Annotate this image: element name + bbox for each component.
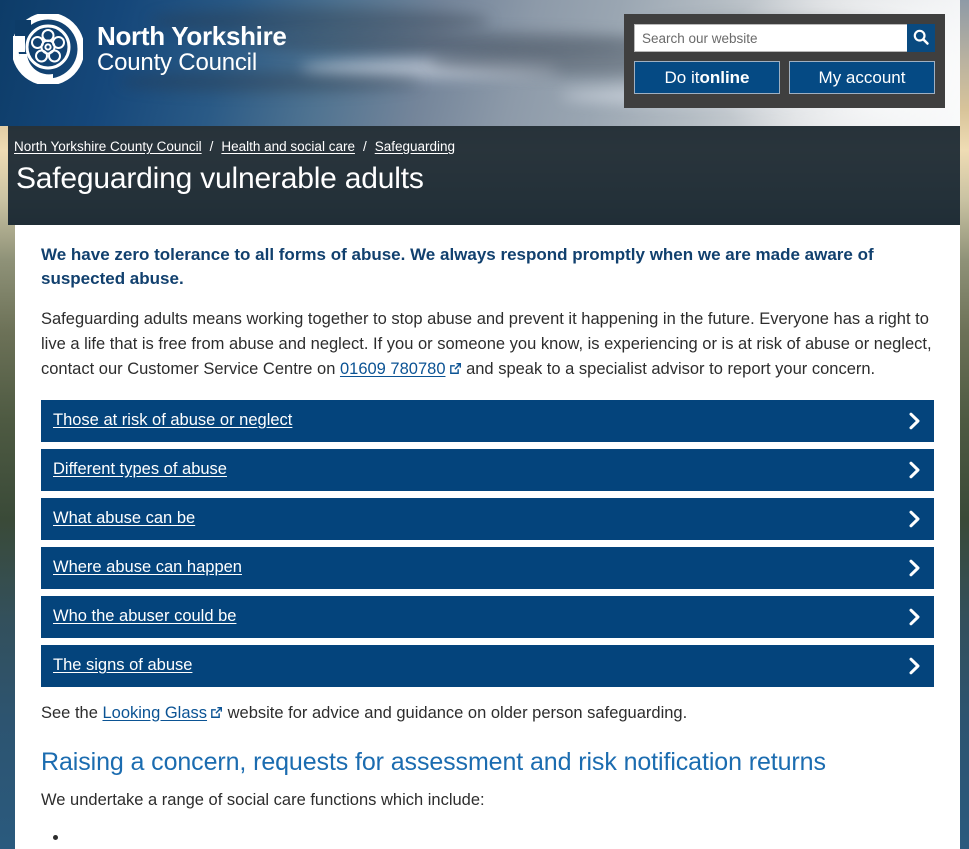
accordion-item-what-abuse-can-be[interactable]: What abuse can be [41, 497, 934, 540]
looking-glass-note-part-1: See the [41, 703, 103, 722]
do-it-online-strong: online [699, 67, 750, 87]
accordion-item-different-types-of-abuse[interactable]: Different types of abuse [41, 448, 934, 491]
accordion-item-where-abuse-can-happen[interactable]: Where abuse can happen [41, 546, 934, 589]
chevron-right-icon [908, 559, 921, 577]
chevron-right-icon [908, 608, 921, 626]
search-input[interactable] [634, 24, 907, 52]
search-icon [912, 28, 930, 49]
section-heading-raising-a-concern: Raising a concern, requests for assessme… [41, 748, 826, 777]
page-root: North Yorkshire County Council Do it onl… [0, 0, 969, 849]
accordion-item-label: Who the abuser could be [53, 607, 237, 625]
accordion-item-those-at-risk-of-abuse-or-neglect[interactable]: Those at risk of abuse or neglect [41, 399, 934, 442]
do-it-online-button[interactable]: Do it online [634, 61, 780, 94]
lead-paragraph: We have zero tolerance to all forms of a… [41, 245, 874, 289]
accordion-item-label: The signs of abuse [53, 656, 193, 674]
section-intro-paragraph: We undertake a range of social care func… [41, 791, 485, 810]
page-title: Safeguarding vulnerable adults [16, 162, 424, 195]
search-row [634, 24, 935, 52]
looking-glass-link[interactable]: Looking Glass [102, 704, 207, 722]
accordion-item-label: Different types of abuse [53, 460, 227, 478]
chevron-right-icon [908, 412, 921, 430]
breadcrumb-item-home[interactable]: North Yorkshire County Council [14, 139, 202, 154]
accordion-list: Those at risk of abuse or neglect Differ… [41, 399, 934, 687]
looking-glass-note-part-2: website for advice and guidance on older… [223, 703, 688, 722]
chevron-right-icon [908, 510, 921, 528]
breadcrumb-separator: / [362, 139, 367, 154]
my-account-button[interactable]: My account [789, 61, 935, 94]
external-link-icon [449, 358, 462, 374]
social-care-functions-list [41, 825, 934, 849]
header-tools-panel: Do it online My account [624, 14, 945, 108]
do-it-online-prefix: Do it [664, 67, 700, 87]
looking-glass-note: See the Looking Glass website for advice… [41, 701, 934, 726]
accordion-item-the-signs-of-abuse[interactable]: The signs of abuse [41, 644, 934, 687]
header-button-row: Do it online My account [634, 61, 935, 94]
title-band: North Yorkshire County Council / Health an… [8, 126, 960, 225]
intro-paragraph: Safeguarding adults means working togeth… [41, 307, 934, 381]
site-logo[interactable]: North Yorkshire County Council [11, 12, 287, 86]
chevron-right-icon [908, 657, 921, 675]
nycc-rose-logo-icon [11, 12, 85, 86]
external-link-icon [210, 702, 223, 718]
breadcrumb-separator: / [209, 139, 214, 154]
accordion-item-label: What abuse can be [53, 509, 196, 527]
intro-text-part-2: and speak to a specialist advisor to rep… [461, 359, 876, 378]
accordion-item-label: Where abuse can happen [53, 558, 242, 576]
breadcrumb-item-health-and-social-care[interactable]: Health and social care [221, 139, 355, 154]
search-submit-button[interactable] [907, 24, 935, 52]
site-logo-text: North Yorkshire County Council [97, 20, 287, 77]
accordion-item-label: Those at risk of abuse or neglect [53, 411, 293, 429]
breadcrumb: North Yorkshire County Council / Health an… [14, 139, 455, 154]
logo-line-1: North Yorkshire [97, 20, 287, 51]
logo-line-2: County Council [97, 49, 257, 77]
accordion-item-who-the-abuser-could-be[interactable]: Who the abuser could be [41, 595, 934, 638]
list-item [69, 825, 934, 849]
breadcrumb-item-safeguarding[interactable]: Safeguarding [375, 139, 455, 154]
chevron-right-icon [908, 461, 921, 479]
main-content-card: We have zero tolerance to all forms of a… [15, 225, 960, 849]
phone-number-link[interactable]: 01609 780780 [340, 360, 446, 378]
